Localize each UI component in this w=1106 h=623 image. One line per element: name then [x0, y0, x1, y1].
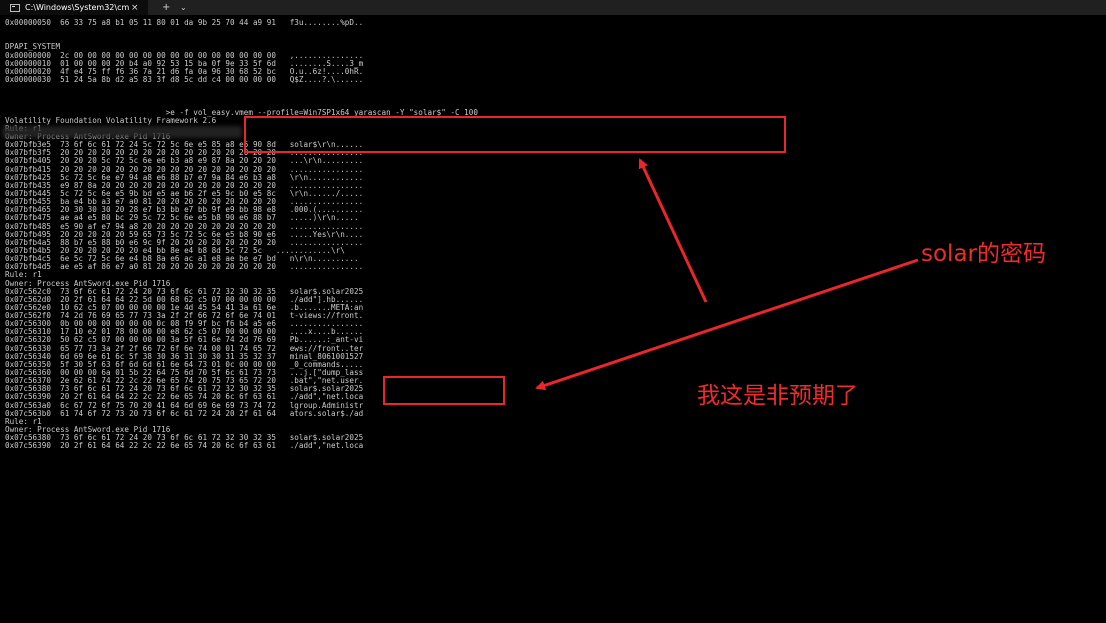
- arrow-to-password: [535, 258, 919, 391]
- annotation-arrows: [535, 158, 919, 391]
- arrow-to-command: [638, 158, 708, 303]
- annotation-password-label: solar的密码: [921, 241, 1046, 267]
- annotation-unexpected-label: 我这是非预期了: [697, 383, 858, 409]
